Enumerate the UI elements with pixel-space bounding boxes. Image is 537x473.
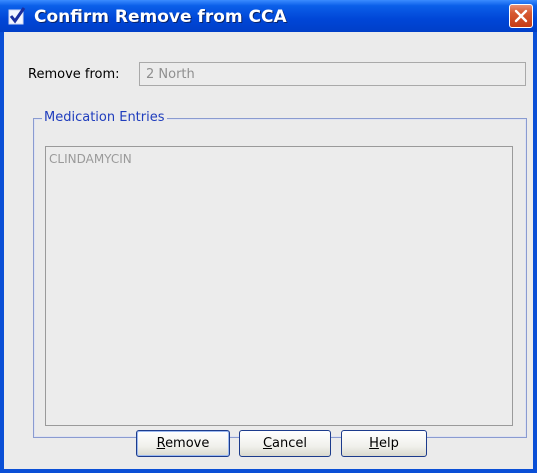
remove-from-label: Remove from: [28,67,120,82]
medication-entries-legend: Medication Entries [42,110,167,125]
remove-button-mnemonic: R [156,436,166,451]
list-item[interactable]: CLINDAMYCIN [49,152,132,166]
remove-button-label: emove [165,436,210,451]
window-title: Confirm Remove from CCA [34,7,287,27]
remove-from-field: 2 North [139,62,526,86]
close-button[interactable] [509,4,533,28]
help-button-mnemonic: H [369,436,379,451]
title-bar[interactable]: Confirm Remove from CCA [0,0,537,32]
cancel-button[interactable]: Cancel [239,430,331,457]
remove-button[interactable]: Remove [136,430,230,457]
close-icon [514,9,528,23]
medication-list[interactable]: CLINDAMYCIN [45,146,513,426]
help-button[interactable]: Help [341,430,427,457]
cancel-button-mnemonic: C [262,436,273,451]
help-button-label: elp [378,436,399,451]
checkbox-checked-icon [8,7,26,25]
dialog-window: Confirm Remove from CCA Remove from: 2 N… [0,0,537,473]
cancel-button-label: ancel [272,436,308,451]
